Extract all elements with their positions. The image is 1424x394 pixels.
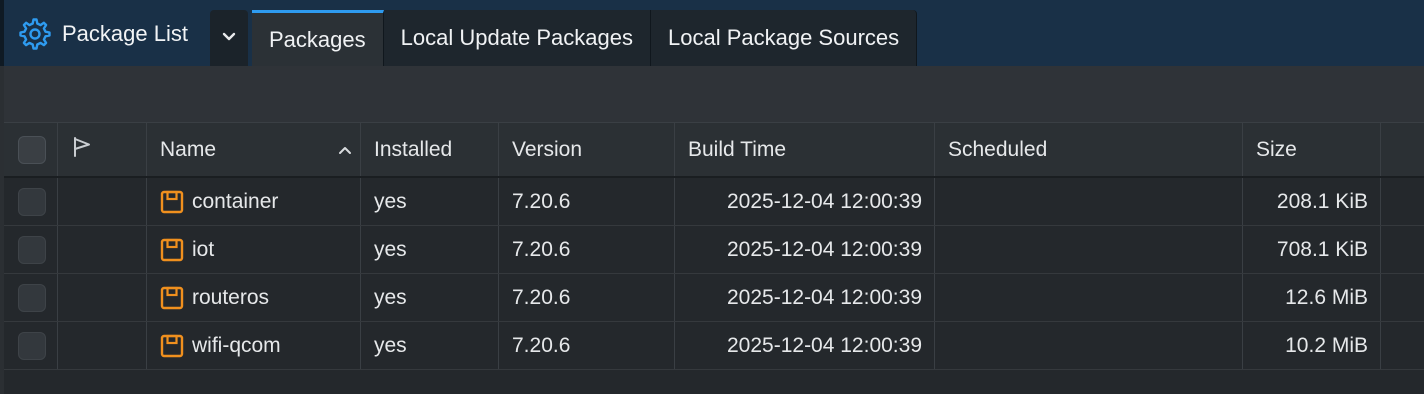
row-checkbox[interactable] <box>18 235 46 264</box>
version-cell: 7.20.6 <box>499 274 675 321</box>
column-header-build-time[interactable]: Build Time <box>675 123 935 176</box>
column-header-version[interactable]: Version <box>499 123 675 176</box>
package-name: iot <box>192 237 215 261</box>
column-header-label: Version <box>512 137 583 161</box>
scheduled-cell <box>935 226 1243 273</box>
table-row[interactable]: routeros yes 7.20.6 2025-12-04 12:00:39 … <box>4 274 1424 322</box>
table-row[interactable]: container yes 7.20.6 2025-12-04 12:00:39… <box>4 178 1424 226</box>
column-header-label: Size <box>1256 137 1297 161</box>
column-header-filler <box>1381 123 1424 176</box>
flag-cell <box>58 178 147 225</box>
scheduled-cell <box>935 322 1243 369</box>
version-cell: 7.20.6 <box>499 322 675 369</box>
flag-column-header[interactable] <box>58 123 147 176</box>
column-header-label: Build Time <box>688 137 787 161</box>
select-all-checkbox[interactable] <box>18 135 46 164</box>
select-all-cell <box>4 123 58 176</box>
package-name: wifi-qcom <box>192 333 281 357</box>
tab-packages[interactable]: Packages <box>252 10 384 66</box>
flag-cell <box>58 322 147 369</box>
toolbar <box>4 66 1424 122</box>
tab-label: Local Update Packages <box>400 25 633 50</box>
size-cell: 10.2 MiB <box>1243 322 1381 369</box>
installed-cell: yes <box>361 322 499 369</box>
app-title-label: Package List <box>62 21 188 46</box>
column-header-size[interactable]: Size <box>1243 123 1381 176</box>
size-cell: 708.1 KiB <box>1243 226 1381 273</box>
table-row[interactable]: iot yes 7.20.6 2025-12-04 12:00:39 708.1… <box>4 226 1424 274</box>
name-cell: wifi-qcom <box>147 322 361 369</box>
row-checkbox[interactable] <box>18 187 46 216</box>
flag-icon <box>71 136 93 164</box>
chevron-up-icon <box>338 145 352 155</box>
row-select-cell <box>4 226 58 273</box>
column-header-label: Installed <box>374 137 453 161</box>
package-icon <box>160 286 184 310</box>
column-header-label: Scheduled <box>948 137 1048 161</box>
row-select-cell <box>4 274 58 321</box>
table-row[interactable]: wifi-qcom yes 7.20.6 2025-12-04 12:00:39… <box>4 322 1424 370</box>
menu-dropdown-button[interactable] <box>210 10 248 66</box>
tab-bar: Packages Local Update Packages Local Pac… <box>252 10 918 66</box>
size-cell: 12.6 MiB <box>1243 274 1381 321</box>
package-name: container <box>192 189 279 213</box>
package-icon <box>160 190 184 214</box>
package-icon <box>160 334 184 358</box>
installed-cell: yes <box>361 178 499 225</box>
version-cell: 7.20.6 <box>499 226 675 273</box>
row-checkbox[interactable] <box>18 283 46 312</box>
row-select-cell <box>4 322 58 369</box>
gear-icon <box>18 17 52 51</box>
name-cell: iot <box>147 226 361 273</box>
name-cell: container <box>147 178 361 225</box>
chevron-down-icon <box>222 29 236 47</box>
app-title: Package List <box>18 14 188 54</box>
version-cell: 7.20.6 <box>499 178 675 225</box>
package-table: Name Installed Version Build Time Schedu… <box>4 122 1424 394</box>
scheduled-cell <box>935 178 1243 225</box>
filler-cell <box>1381 226 1424 273</box>
tab-label: Packages <box>269 26 366 52</box>
row-select-cell <box>4 178 58 225</box>
row-checkbox[interactable] <box>18 331 46 360</box>
installed-cell: yes <box>361 274 499 321</box>
size-cell: 208.1 KiB <box>1243 178 1381 225</box>
top-bar: Package List Packages Local Update Packa… <box>0 0 1424 66</box>
tab-local-update-packages[interactable]: Local Update Packages <box>383 10 651 66</box>
tab-local-package-sources[interactable]: Local Package Sources <box>651 10 918 66</box>
flag-cell <box>58 226 147 273</box>
build-time-cell: 2025-12-04 12:00:39 <box>675 178 935 225</box>
filler-cell <box>1381 322 1424 369</box>
name-cell: routeros <box>147 274 361 321</box>
filler-cell <box>1381 274 1424 321</box>
filler-cell <box>1381 178 1424 225</box>
column-header-name[interactable]: Name <box>147 123 361 176</box>
build-time-cell: 2025-12-04 12:00:39 <box>675 226 935 273</box>
package-icon <box>160 238 184 262</box>
installed-cell: yes <box>361 226 499 273</box>
column-header-scheduled[interactable]: Scheduled <box>935 123 1243 176</box>
flag-cell <box>58 274 147 321</box>
build-time-cell: 2025-12-04 12:00:39 <box>675 274 935 321</box>
package-name: routeros <box>192 285 270 309</box>
column-header-installed[interactable]: Installed <box>361 123 499 176</box>
build-time-cell: 2025-12-04 12:00:39 <box>675 322 935 369</box>
scheduled-cell <box>935 274 1243 321</box>
table-header: Name Installed Version Build Time Schedu… <box>4 122 1424 178</box>
tab-label: Local Package Sources <box>668 25 900 50</box>
column-header-label: Name <box>160 137 217 161</box>
